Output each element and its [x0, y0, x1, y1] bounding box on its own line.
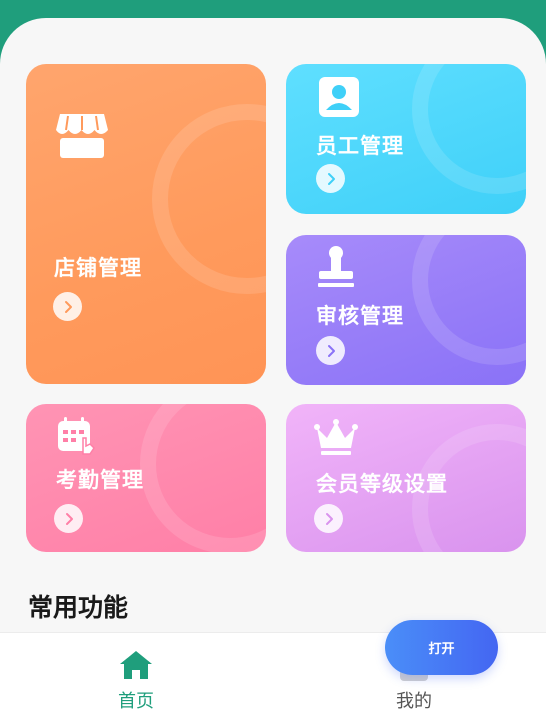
audit-management-title: 审核管理	[316, 304, 404, 328]
staff-management-title: 员工管理	[316, 134, 404, 158]
staff-management-card[interactable]: 员工管理	[286, 64, 526, 214]
nav-label-mine: 我的	[396, 691, 432, 709]
chevron-right-icon	[325, 512, 333, 525]
member-level-settings-title: 会员等级设置	[316, 472, 448, 496]
store-management-arrow-button[interactable]	[53, 292, 82, 321]
employee-icon	[318, 76, 360, 122]
audit-management-arrow-button[interactable]	[316, 336, 345, 365]
chevron-right-icon	[64, 300, 72, 313]
nav-label-home: 首页	[118, 691, 154, 709]
main-content: 店铺管理 员工管理 审核管理 考勤管理 会员等级设置 常用功能	[0, 18, 546, 709]
decorative-ring	[412, 235, 526, 365]
home-icon	[118, 649, 154, 681]
decorative-ring	[140, 404, 266, 552]
staff-management-arrow-button[interactable]	[316, 164, 345, 193]
store-management-title: 店铺管理	[54, 256, 142, 280]
attendance-management-card[interactable]: 考勤管理	[26, 404, 266, 552]
storefront-icon	[54, 110, 110, 164]
decorative-ring	[152, 104, 266, 294]
calendar-icon	[56, 416, 98, 460]
attendance-management-title: 考勤管理	[56, 468, 144, 492]
decorative-ring	[412, 64, 526, 194]
member-level-settings-arrow-button[interactable]	[314, 504, 343, 533]
crown-icon	[314, 418, 358, 460]
nav-item-home[interactable]: 首页	[76, 633, 196, 709]
member-level-settings-card[interactable]: 会员等级设置	[286, 404, 526, 552]
common-functions-heading: 常用功能	[28, 593, 129, 622]
audit-management-card[interactable]: 审核管理	[286, 235, 526, 385]
store-management-card[interactable]: 店铺管理	[26, 64, 266, 384]
open-button[interactable]: 打开	[385, 620, 498, 675]
chevron-right-icon	[327, 172, 335, 185]
chevron-right-icon	[65, 512, 73, 525]
chevron-right-icon	[327, 344, 335, 357]
attendance-management-arrow-button[interactable]	[54, 504, 83, 533]
stamp-icon	[316, 245, 356, 293]
